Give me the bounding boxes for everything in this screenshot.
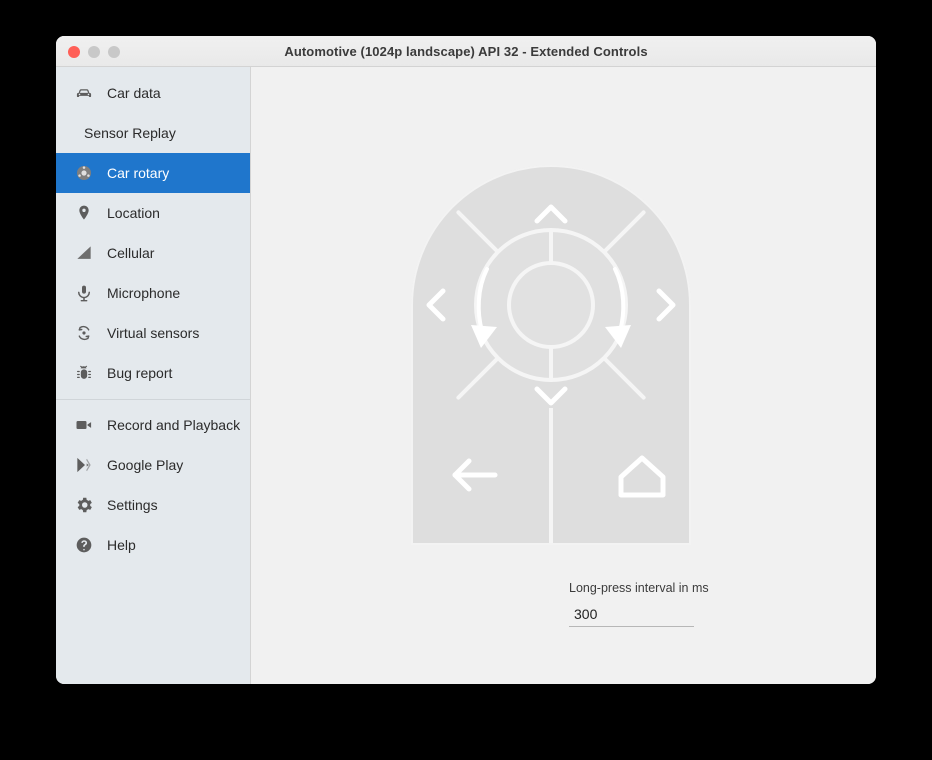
sidebar-item-settings[interactable]: Settings — [56, 485, 250, 525]
car-icon — [73, 82, 95, 104]
long-press-interval-label: Long-press interval in ms — [569, 581, 799, 595]
sidebar-item-label: Microphone — [107, 285, 180, 301]
main-content-panel: Long-press interval in ms — [251, 67, 876, 684]
window-body: Car data Sensor Replay Car rotary — [56, 67, 876, 684]
sidebar-item-label: Google Play — [107, 457, 183, 473]
sidebar-item-label: Settings — [107, 497, 158, 513]
rotary-icon — [73, 162, 95, 184]
cellular-signal-icon — [73, 242, 95, 264]
sidebar-item-label: Location — [107, 205, 160, 221]
sidebar-item-label: Help — [107, 537, 136, 553]
sidebar-item-sensor-replay[interactable]: Sensor Replay — [56, 113, 250, 153]
car-rotary-controller[interactable] — [411, 165, 691, 545]
video-camera-icon — [73, 414, 95, 436]
extended-controls-window: Automotive (1024p landscape) API 32 - Ex… — [56, 36, 876, 684]
long-press-interval-group: Long-press interval in ms — [569, 581, 799, 627]
sidebar-item-label: Car rotary — [107, 165, 169, 181]
bug-icon — [73, 362, 95, 384]
long-press-interval-input[interactable] — [569, 604, 694, 627]
sidebar-item-google-play[interactable]: Google Play — [56, 445, 250, 485]
sidebar-item-label: Car data — [107, 85, 161, 101]
sidebar-item-help[interactable]: Help — [56, 525, 250, 565]
help-circle-icon — [73, 534, 95, 556]
sidebar-item-microphone[interactable]: Microphone — [56, 273, 250, 313]
gear-icon — [73, 494, 95, 516]
sidebar-item-record-and-playback[interactable]: Record and Playback — [56, 405, 250, 445]
sidebar-divider — [56, 399, 250, 400]
sidebar-item-label: Cellular — [107, 245, 154, 261]
virtual-sensors-icon — [73, 322, 95, 344]
google-play-icon — [73, 454, 95, 476]
sidebar-item-cellular[interactable]: Cellular — [56, 233, 250, 273]
sidebar-item-bug-report[interactable]: Bug report — [56, 353, 250, 393]
window-title: Automotive (1024p landscape) API 32 - Ex… — [56, 36, 876, 67]
microphone-icon — [73, 282, 95, 304]
sidebar-item-location[interactable]: Location — [56, 193, 250, 233]
sidebar-navigation: Car data Sensor Replay Car rotary — [56, 67, 251, 684]
sidebar-item-car-rotary[interactable]: Car rotary — [56, 153, 250, 193]
sidebar-item-label: Record and Playback — [107, 417, 240, 433]
location-pin-icon — [73, 202, 95, 224]
sidebar-item-virtual-sensors[interactable]: Virtual sensors — [56, 313, 250, 353]
title-bar: Automotive (1024p landscape) API 32 - Ex… — [56, 36, 876, 67]
sidebar-item-label: Sensor Replay — [84, 125, 176, 141]
sidebar-item-label: Bug report — [107, 365, 172, 381]
sidebar-item-car-data[interactable]: Car data — [56, 73, 250, 113]
rotary-center-press[interactable] — [509, 263, 593, 347]
sidebar-item-label: Virtual sensors — [107, 325, 199, 341]
